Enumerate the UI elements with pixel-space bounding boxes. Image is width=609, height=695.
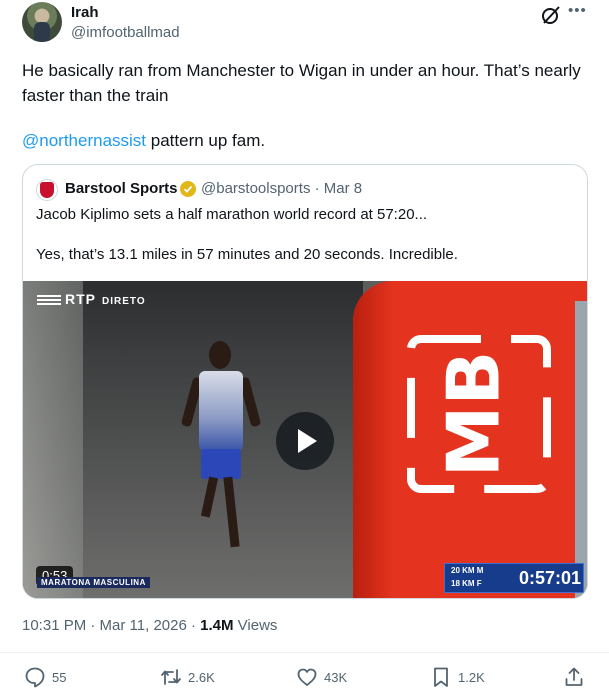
banner-logo: MB (407, 335, 551, 493)
tweet-meta: 10:31 PM · Mar 11, 2026 · 1.4M Views (22, 617, 277, 634)
quoted-handle-date: @barstoolsports · Mar 8 (201, 180, 363, 197)
quoted-text-line1: Jacob Kiplimo sets a half marathon world… (36, 206, 428, 223)
reply-icon (25, 667, 45, 688)
quoted-text-line2: Yes, that’s 13.1 miles in 57 minutes and… (36, 246, 458, 263)
bookmark-icon (434, 667, 448, 687)
reply-button[interactable]: 55 (24, 664, 66, 690)
scoreboard-km-women: 18 KM F (451, 579, 482, 588)
reply-count: 55 (52, 669, 67, 685)
quoted-avatar[interactable] (36, 179, 58, 201)
like-icon (297, 668, 317, 686)
tweet-body-line2: @northernassist pattern up fam. (22, 128, 265, 153)
action-bar: 55 2.6K 43K 1.2K (0, 664, 609, 694)
quoted-author-name[interactable]: Barstool Sports (65, 180, 178, 197)
views-count: 1.4M (200, 617, 234, 634)
views-label: Views (233, 617, 278, 634)
share-button[interactable] (563, 664, 585, 690)
mention-link[interactable]: @northernassist (22, 131, 146, 150)
play-icon (298, 429, 317, 453)
tweet-body-suffix: pattern up fam. (146, 131, 266, 150)
video-caption: MARATONA MASCULINA (37, 577, 150, 588)
author-name[interactable]: Irah (71, 4, 99, 21)
video-player[interactable]: MB RTP DIRETO 0:53 MARATONA MASCULINA 20 … (23, 281, 587, 598)
tweet-header: Irah @imfootballmad ••• (0, 0, 609, 48)
share-icon (565, 667, 583, 686)
repost-count: 2.6K (188, 669, 215, 685)
video-scene-pillar (575, 301, 587, 598)
quoted-tweet[interactable]: Barstool Sports @barstoolsports · Mar 8 … (22, 164, 588, 599)
svg-text:MB: MB (432, 351, 516, 478)
like-count: 43K (324, 669, 348, 685)
tweet-timestamp[interactable]: 10:31 PM · Mar 11, 2026 · (22, 617, 200, 634)
video-scene-wall (23, 281, 83, 598)
repost-icon (161, 669, 181, 685)
bookmark-count: 1.2K (458, 669, 485, 685)
tweet-body: He basically ran from Manchester to Wiga… (22, 61, 581, 105)
runner-figure (180, 341, 262, 548)
race-scoreboard: 20 KM M 18 KM F 0:57:01 (444, 563, 584, 593)
like-button[interactable]: 43K (296, 664, 347, 690)
channel-logo: RTP DIRETO (37, 291, 146, 307)
author-handle[interactable]: @imfootballmad (71, 24, 180, 41)
play-button[interactable] (276, 412, 334, 470)
more-icon[interactable]: ••• (568, 2, 587, 19)
grok-icon[interactable] (540, 4, 562, 26)
divider (0, 652, 609, 653)
verified-icon (180, 181, 196, 197)
rtp-lines-icon (37, 295, 61, 306)
author-avatar[interactable] (22, 2, 62, 42)
bookmark-button[interactable]: 1.2K (430, 664, 485, 690)
scoreboard-km-men: 20 KM M (451, 566, 484, 575)
repost-button[interactable]: 2.6K (160, 664, 215, 690)
scoreboard-time: 0:57:01 (519, 568, 582, 588)
